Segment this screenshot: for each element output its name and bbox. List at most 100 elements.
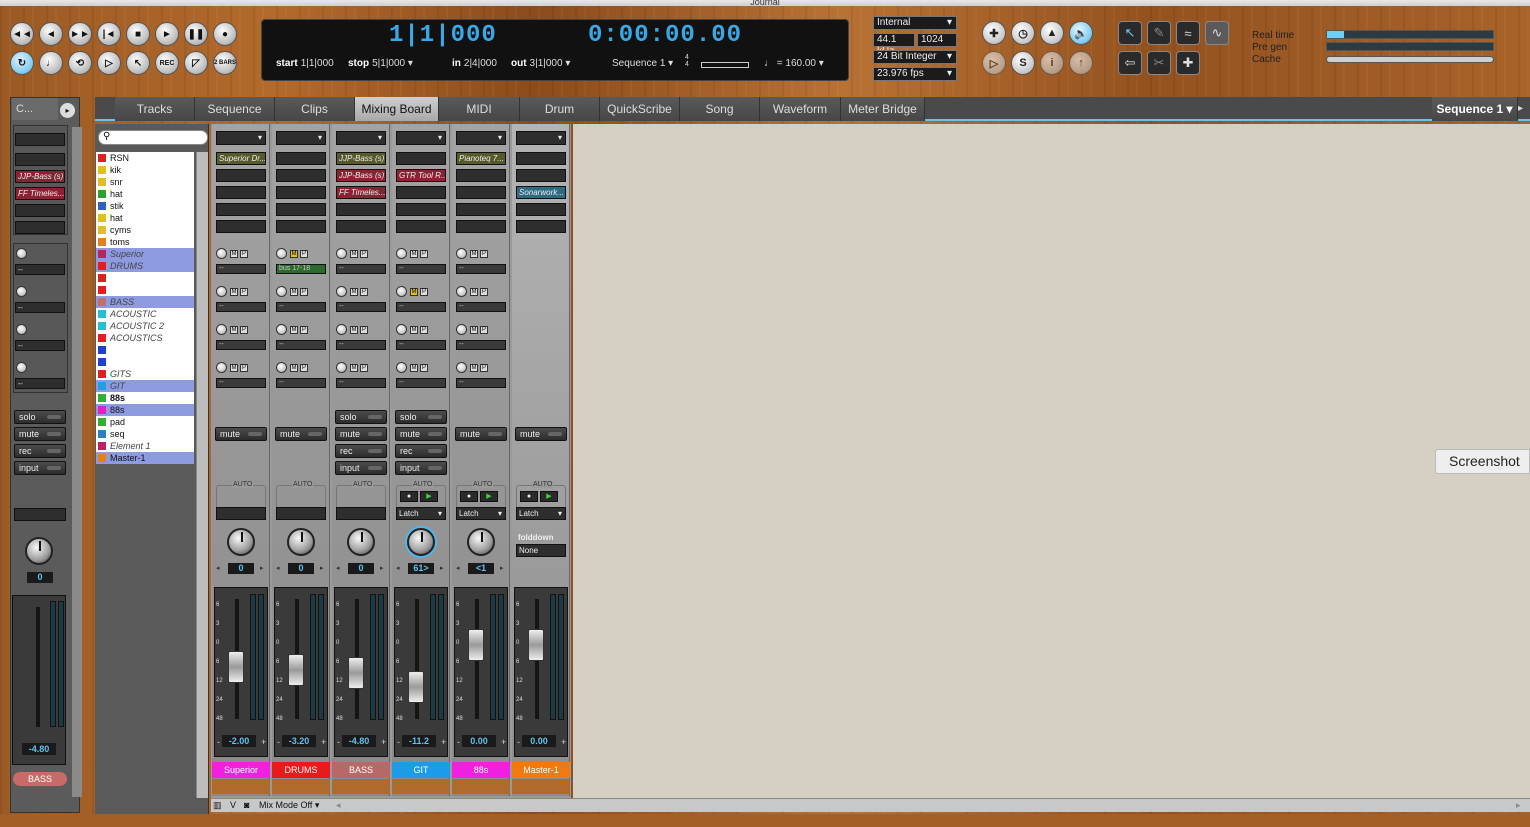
tab-meter-bridge[interactable]: Meter Bridge [841, 97, 925, 121]
send-mute-icon[interactable]: M [470, 326, 478, 334]
send-mute-icon[interactable]: M [290, 326, 298, 334]
track-list-item[interactable]: BASS [96, 296, 194, 308]
left-fader-value[interactable]: -4.80 [22, 743, 56, 755]
pan-left-icon[interactable]: ◂ [276, 564, 280, 572]
track-list-item[interactable]: kik [96, 164, 194, 176]
send-knob[interactable] [456, 324, 467, 335]
track-list-item[interactable] [96, 356, 194, 368]
channel-name[interactable]: Superior [212, 762, 270, 778]
left-send-dest-1[interactable]: -- [15, 264, 65, 275]
send-prepost-icon[interactable]: P [240, 250, 248, 258]
tab-sequence[interactable]: Sequence [195, 97, 275, 121]
metronome-tool-icon[interactable]: ▲ [1040, 21, 1064, 45]
send-mute-icon[interactable]: M [470, 250, 478, 258]
insert-slot[interactable] [456, 169, 506, 182]
send-destination[interactable]: -- [216, 340, 266, 350]
send-prepost-icon[interactable]: P [360, 250, 368, 258]
hand-add-icon[interactable]: ✚ [1176, 51, 1200, 75]
left-strip-menu-icon[interactable]: ▸ [60, 103, 75, 118]
fader-plus-icon[interactable]: + [381, 737, 386, 747]
time-counter[interactable]: 0:00:00.00 [588, 22, 742, 49]
auto-play-icon[interactable]: ▶ [420, 491, 438, 502]
to-start-button[interactable]: |◄ [97, 22, 121, 46]
insert-slot[interactable]: Superior Dr... [216, 152, 266, 165]
auto-play-icon[interactable]: ▶ [480, 491, 498, 502]
stop-value[interactable]: 5|1|000 [372, 58, 405, 69]
pan-value[interactable]: <1 [468, 563, 494, 574]
metronome-icon[interactable]: ♩ [39, 51, 63, 75]
pan-right-icon[interactable]: ▸ [500, 564, 504, 572]
layout-icon[interactable]: ▥ [213, 799, 222, 811]
insert-slot[interactable] [456, 186, 506, 199]
send-destination[interactable]: -- [396, 302, 446, 312]
track-list-item[interactable]: Master-1 [96, 452, 194, 464]
fader-minus-icon[interactable]: - [217, 737, 220, 747]
info-icon[interactable]: i [1040, 51, 1064, 75]
send-destination[interactable]: -- [336, 378, 386, 388]
left-send-knob-3[interactable] [16, 324, 27, 335]
send-prepost-icon[interactable]: P [480, 250, 488, 258]
up-icon[interactable]: ↑ [1069, 51, 1093, 75]
track-list-item[interactable]: seq [96, 428, 194, 440]
send-knob[interactable] [216, 286, 227, 297]
buffer-size[interactable]: 1024 [917, 33, 957, 47]
auto-record-icon[interactable]: ● [520, 491, 538, 502]
left-strip-scrollbar[interactable] [72, 127, 82, 797]
solo-button[interactable]: solo [395, 410, 447, 424]
rewind-button[interactable]: ◄◄ [10, 22, 34, 46]
send-mute-icon[interactable]: M [410, 250, 418, 258]
track-list-item[interactable]: 88s [96, 404, 194, 416]
pan-right-icon[interactable]: ▸ [260, 564, 264, 572]
fader-handle[interactable] [288, 654, 304, 686]
send-destination[interactable]: -- [336, 264, 386, 274]
automation-box[interactable] [336, 507, 386, 520]
send-prepost-icon[interactable]: P [420, 288, 428, 296]
send-destination[interactable]: -- [456, 264, 506, 274]
send-destination[interactable]: -- [216, 378, 266, 388]
channel-name[interactable]: Master-1 [512, 762, 570, 778]
track-list-scrollbar[interactable] [196, 152, 208, 798]
left-input-button[interactable]: input [14, 461, 66, 475]
left-strip-tab[interactable]: C... [12, 98, 58, 120]
input-monitor-button[interactable]: input [335, 461, 387, 475]
insert-slot[interactable] [396, 152, 446, 165]
send-knob[interactable] [456, 286, 467, 297]
track-list-item[interactable] [96, 284, 194, 296]
send-knob[interactable] [456, 248, 467, 259]
pan-knob[interactable] [467, 528, 495, 556]
monitor-icon[interactable]: ✚ [982, 21, 1006, 45]
rec-button[interactable]: rec [395, 444, 447, 458]
send-destination[interactable]: -- [396, 264, 446, 274]
fader-plus-icon[interactable]: + [261, 737, 266, 747]
send-mute-icon[interactable]: M [470, 288, 478, 296]
automation-mode-select[interactable]: Latch ▾ [396, 507, 446, 520]
left-insert-4[interactable] [15, 221, 65, 234]
fader-value[interactable]: 0.00 [522, 735, 556, 747]
pan-right-icon[interactable]: ▸ [380, 564, 384, 572]
send-knob[interactable] [216, 362, 227, 373]
sample-rate[interactable]: 44.1 kHz [873, 33, 915, 57]
scissors-icon[interactable]: ✂ [1147, 51, 1171, 75]
track-list-item[interactable]: ACOUSTIC [96, 308, 194, 320]
send-destination[interactable]: -- [336, 302, 386, 312]
send-destination[interactable]: -- [456, 378, 506, 388]
auto-record-icon[interactable]: ● [460, 491, 478, 502]
send-knob[interactable] [396, 248, 407, 259]
pointer-tool-icon[interactable]: ↖ [1118, 21, 1142, 45]
tab-quickscribe[interactable]: QuickScribe [600, 97, 680, 121]
left-automation-box[interactable] [14, 508, 66, 521]
channel-name[interactable]: GIT [392, 762, 450, 778]
back-button[interactable]: ◄ [39, 22, 63, 46]
left-solo-button[interactable]: solo [14, 410, 66, 424]
send-mute-icon[interactable]: M [230, 364, 238, 372]
send-knob[interactable] [216, 248, 227, 259]
insert-slot[interactable] [456, 220, 506, 233]
insert-slot[interactable]: JJP-Bass (s) [336, 169, 386, 182]
fader-handle[interactable] [348, 657, 364, 689]
insert-slot[interactable] [276, 169, 326, 182]
insert-slot[interactable] [396, 186, 446, 199]
fader-minus-icon[interactable]: - [397, 737, 400, 747]
out-value[interactable]: 3|1|000 [530, 58, 563, 69]
fader-plus-icon[interactable]: + [561, 737, 566, 747]
pan-knob[interactable] [347, 528, 375, 556]
